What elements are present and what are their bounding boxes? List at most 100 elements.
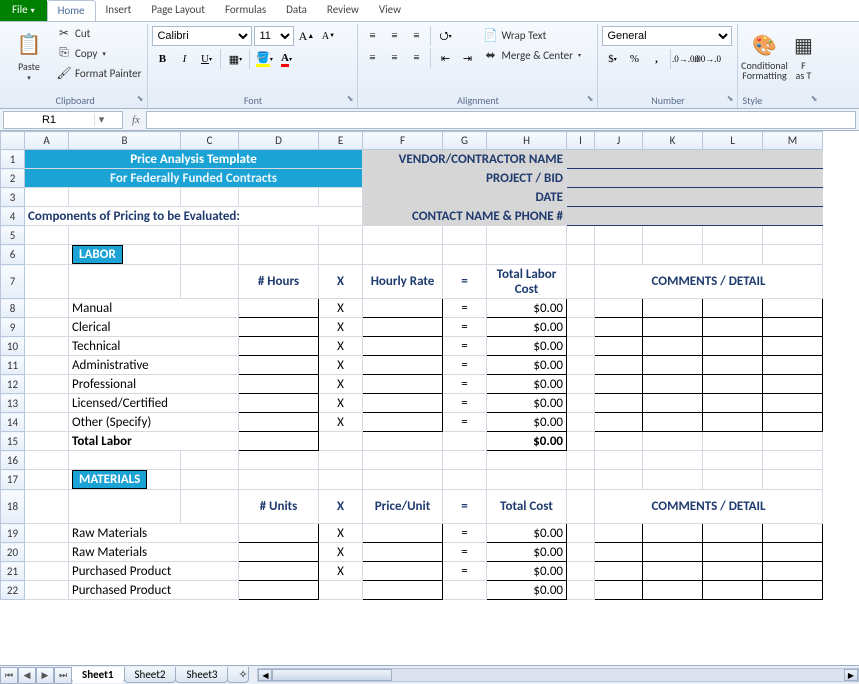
cell-F9[interactable]	[363, 318, 443, 337]
cell-H10[interactable]: $0.00	[487, 337, 567, 356]
align-top-button[interactable]: ≡	[362, 26, 382, 46]
row-header-3[interactable]: 3	[1, 188, 25, 207]
col-header-D[interactable]: D	[239, 132, 319, 150]
tab-insert[interactable]: Insert	[96, 0, 142, 21]
cell-L15[interactable]	[703, 432, 763, 451]
cell-M13[interactable]	[763, 394, 823, 413]
cell-E13[interactable]: X	[319, 394, 363, 413]
comma-format-button[interactable]: ,	[646, 49, 666, 69]
cell-I8[interactable]	[567, 299, 595, 318]
row-header-7[interactable]: 7	[1, 265, 25, 299]
cell-E17[interactable]	[319, 470, 363, 490]
cell-M20[interactable]	[763, 543, 823, 562]
cell-D10[interactable]	[239, 337, 319, 356]
grid-area[interactable]: ABCDEFGHIJKLM1Price Analysis TemplateVEN…	[0, 131, 859, 665]
cell-A17[interactable]	[25, 470, 69, 490]
cell-H7[interactable]: Total Labor Cost	[487, 265, 567, 299]
cell-E5[interactable]	[319, 226, 363, 245]
cell-F14[interactable]	[363, 413, 443, 432]
align-bottom-button[interactable]: ≡	[406, 26, 426, 46]
cell-B22[interactable]: Purchased Product	[69, 581, 239, 600]
cell-K21[interactable]	[643, 562, 703, 581]
cell-E8[interactable]: X	[319, 299, 363, 318]
sheet-tab-3[interactable]: Sheet3	[175, 667, 228, 683]
cell-B12[interactable]: Professional	[69, 375, 239, 394]
cell-L16[interactable]	[703, 451, 763, 470]
cell-M9[interactable]	[763, 318, 823, 337]
cell-E16[interactable]	[319, 451, 363, 470]
format-painter-button[interactable]: 🖌Format Painter	[54, 64, 143, 82]
row-header-9[interactable]: 9	[1, 318, 25, 337]
cell-H9[interactable]: $0.00	[487, 318, 567, 337]
cell-H21[interactable]: $0.00	[487, 562, 567, 581]
cell-F10[interactable]	[363, 337, 443, 356]
cell-A6[interactable]	[25, 245, 69, 265]
cell-G18[interactable]: =	[443, 490, 487, 524]
cell-C7[interactable]	[181, 265, 239, 299]
cell-B15[interactable]: Total Labor	[69, 432, 239, 451]
cell-C18[interactable]	[181, 490, 239, 524]
cell-I4[interactable]	[567, 207, 823, 226]
tab-nav-last[interactable]: ⏭	[54, 667, 72, 684]
decrease-decimal-button[interactable]: .00→.0	[697, 49, 717, 69]
cell-K5[interactable]	[643, 226, 703, 245]
cell-I1[interactable]	[567, 150, 823, 169]
cell-I20[interactable]	[567, 543, 595, 562]
underline-button[interactable]: U▾	[196, 49, 216, 69]
cell-A9[interactable]	[25, 318, 69, 337]
cut-button[interactable]: ✂Cut	[54, 24, 143, 42]
cell-M21[interactable]	[763, 562, 823, 581]
col-header-H[interactable]: H	[487, 132, 567, 150]
cell-J7[interactable]: COMMENTS / DETAIL	[595, 265, 823, 299]
cell-B17[interactable]: MATERIALS	[69, 470, 181, 490]
cell-F13[interactable]	[363, 394, 443, 413]
cell-D3[interactable]	[239, 188, 319, 207]
cell-C16[interactable]	[181, 451, 239, 470]
cell-I14[interactable]	[567, 413, 595, 432]
cell-H14[interactable]: $0.00	[487, 413, 567, 432]
cell-J19[interactable]	[595, 524, 643, 543]
cell-E7[interactable]: X	[319, 265, 363, 299]
cell-L12[interactable]	[703, 375, 763, 394]
cell-H16[interactable]	[487, 451, 567, 470]
cell-E9[interactable]: X	[319, 318, 363, 337]
cell-D7[interactable]: # Hours	[239, 265, 319, 299]
cell-E12[interactable]: X	[319, 375, 363, 394]
cell-J11[interactable]	[595, 356, 643, 375]
row-header-20[interactable]: 20	[1, 543, 25, 562]
cell-J17[interactable]	[595, 470, 643, 490]
cell-K22[interactable]	[643, 581, 703, 600]
cell-L19[interactable]	[703, 524, 763, 543]
decrease-font-button[interactable]: A▼	[318, 26, 338, 46]
cell-G12[interactable]: =	[443, 375, 487, 394]
cell-K12[interactable]	[643, 375, 703, 394]
cell-K14[interactable]	[643, 413, 703, 432]
cell-E20[interactable]: X	[319, 543, 363, 562]
cell-I17[interactable]	[567, 470, 595, 490]
cell-J18[interactable]: COMMENTS / DETAIL	[595, 490, 823, 524]
cell-F22[interactable]	[363, 581, 443, 600]
cell-K15[interactable]	[643, 432, 703, 451]
tab-review[interactable]: Review	[317, 0, 369, 21]
cell-J9[interactable]	[595, 318, 643, 337]
cell-H15[interactable]: $0.00	[487, 432, 567, 451]
cell-G11[interactable]: =	[443, 356, 487, 375]
cell-F15[interactable]	[363, 432, 443, 451]
col-header-J[interactable]: J	[595, 132, 643, 150]
cell-A15[interactable]	[25, 432, 69, 451]
cell-E19[interactable]: X	[319, 524, 363, 543]
cell-M8[interactable]	[763, 299, 823, 318]
cell-I18[interactable]	[567, 490, 595, 524]
decrease-indent-button[interactable]: ⇤	[435, 48, 455, 68]
name-box[interactable]: ▾	[3, 111, 123, 129]
cell-L11[interactable]	[703, 356, 763, 375]
row-header-13[interactable]: 13	[1, 394, 25, 413]
hscroll-right[interactable]: ▶	[844, 669, 858, 681]
cell-F5[interactable]	[363, 226, 443, 245]
cell-G15[interactable]	[443, 432, 487, 451]
new-sheet-button[interactable]: ✧	[227, 667, 249, 683]
cell-D13[interactable]	[239, 394, 319, 413]
cell-F1[interactable]: VENDOR/CONTRACTOR NAME	[363, 150, 567, 169]
row-header-10[interactable]: 10	[1, 337, 25, 356]
cell-G7[interactable]: =	[443, 265, 487, 299]
